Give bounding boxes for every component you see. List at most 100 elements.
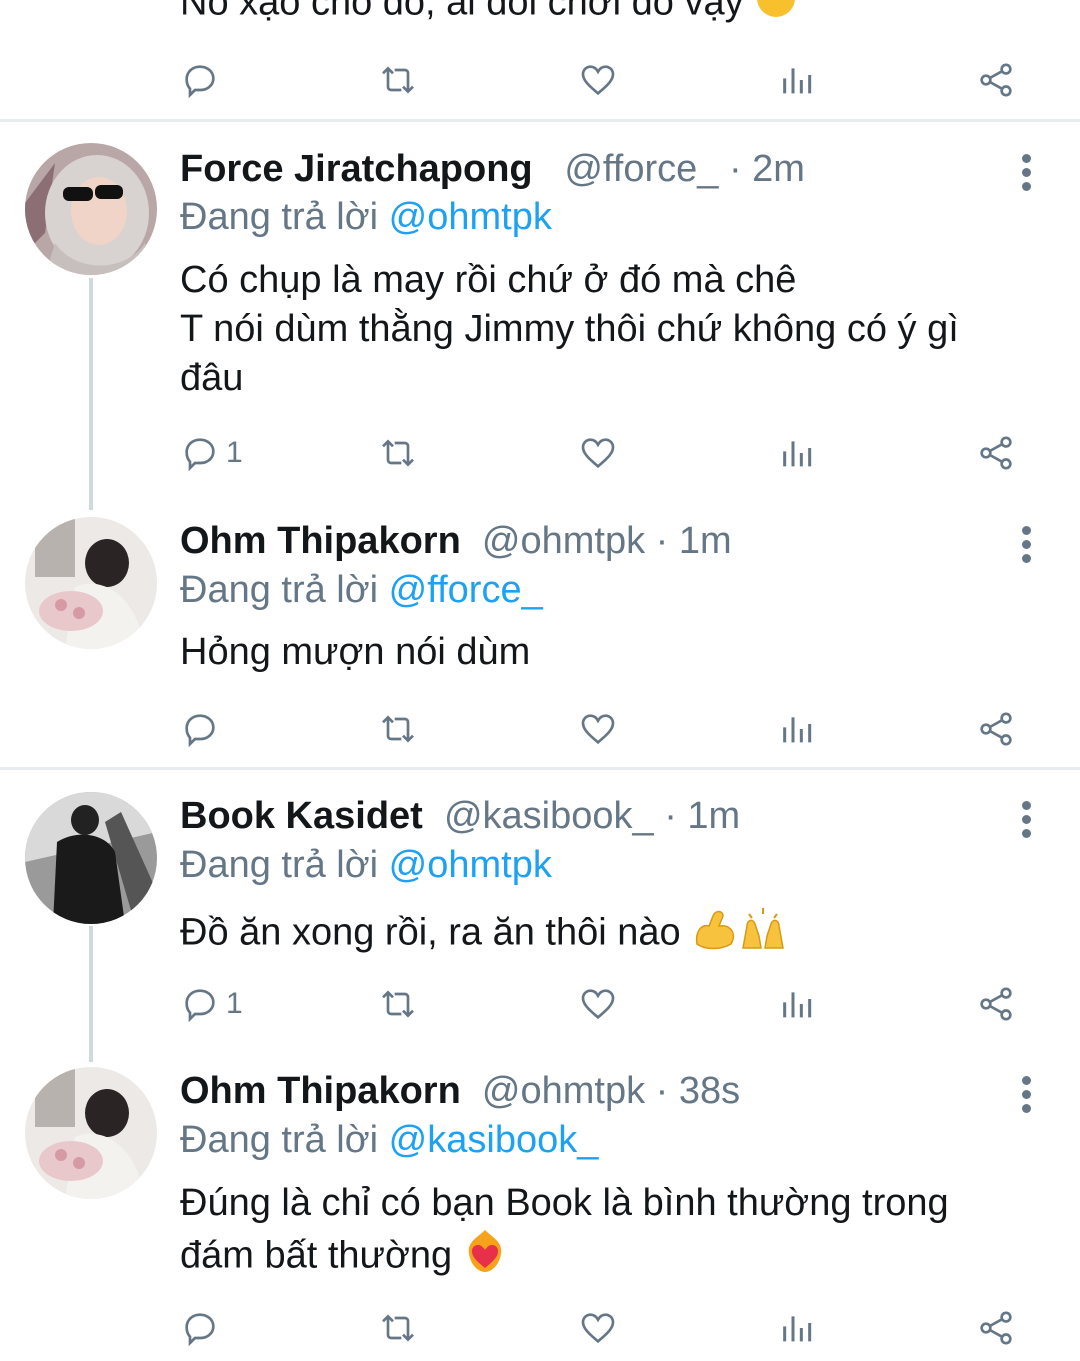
user-handle[interactable]: @ohmtpk [482,520,645,562]
reply-count: 1 [226,987,243,1020]
retweet-icon [382,439,414,467]
timestamp[interactable]: 2m [752,148,805,190]
tweet-text: Đồ ăn xong rồi, ra ăn thôi nào [180,904,1040,965]
share-button[interactable] [976,55,1016,105]
share-icon [980,436,1012,470]
replying-to: Đang trả lời @ohmtpk [180,196,552,238]
display-name[interactable]: Ohm Thipakorn [180,520,461,562]
analytics-icon [783,992,812,1018]
tweet-actions [0,1303,1080,1353]
tweet-header: Ohm Thipakorn @ohmtpk · 1m [180,520,732,562]
replying-to: Đang trả lời @fforce_ [180,569,543,611]
tweet-text: Đúng là chỉ có bạn Book là bình thường t… [180,1179,1040,1287]
like-button[interactable] [578,704,618,754]
user-handle[interactable]: @kasibook_ [444,795,654,837]
user-handle[interactable]: @ohmtpk [482,1070,645,1112]
analytics-button[interactable] [778,55,818,105]
reply-icon [185,65,215,99]
retweet-button[interactable] [378,428,418,478]
reply-button[interactable]: 1 [180,979,243,1029]
tweet-header: Ohm Thipakorn @ohmtpk · 38s [180,1070,741,1112]
reply-icon [185,714,215,748]
like-icon [581,438,615,469]
tweet-header: Force Jiratchapong @fforce_ · 2m [180,148,805,190]
retweet-button[interactable] [378,704,418,754]
avatar[interactable] [25,1067,157,1199]
like-button[interactable] [578,1303,618,1353]
retweet-icon [382,715,414,743]
analytics-icon [783,717,812,743]
like-button[interactable] [578,979,618,1029]
tweet-actions-partial [0,55,1080,105]
mention-link[interactable]: @fforce_ [389,569,543,611]
like-icon [581,65,615,96]
retweet-button[interactable] [378,1303,418,1353]
reply-icon [185,1313,215,1347]
mention-link[interactable]: @ohmtpk [389,196,552,238]
tweet-actions: 1 [0,428,1080,478]
analytics-button[interactable] [778,428,818,478]
divider [0,119,1080,122]
reply-button[interactable] [180,704,220,754]
analytics-icon [783,441,812,467]
retweet-icon [382,1314,414,1342]
reply-icon [185,438,215,472]
share-button[interactable] [976,428,1016,478]
mention-link[interactable]: @ohmtpk [389,844,552,886]
more-options-icon[interactable] [1018,801,1034,843]
avatar[interactable] [25,517,157,649]
smiling-face-with-hearts-emoji [754,0,798,33]
reply-button[interactable] [180,1303,220,1353]
timestamp[interactable]: 38s [679,1070,740,1112]
like-icon [581,714,615,745]
share-button[interactable] [976,704,1016,754]
analytics-icon [783,1316,812,1342]
like-icon [581,989,615,1020]
timestamp[interactable]: 1m [687,795,740,837]
display-name[interactable]: Force Jiratchapong [180,148,533,190]
tweet-text-partial: Nó xạo chó đó, ai đòi chơi dỗ vậy [180,0,1040,33]
share-icon [980,63,1012,97]
share-icon [980,1311,1012,1345]
avatar[interactable] [25,143,157,275]
raising-hands-emoji [739,904,787,965]
user-handle[interactable]: @fforce_ [564,148,718,190]
divider [0,767,1080,770]
display-name[interactable]: Ohm Thipakorn [180,1070,461,1112]
retweet-button[interactable] [378,979,418,1029]
reply-button[interactable] [180,55,220,105]
avatar[interactable] [25,792,157,924]
tweet-actions: 1 [0,979,1080,1029]
reply-button[interactable]: 1 [180,428,243,478]
display-name[interactable]: Book Kasidet [180,795,423,837]
heart-on-fire-emoji [463,1228,507,1287]
replying-to: Đang trả lời @ohmtpk [180,844,552,886]
reply-icon [185,989,215,1023]
replying-to: Đang trả lời @kasibook_ [180,1119,599,1161]
like-icon [581,1313,615,1344]
like-button[interactable] [578,428,618,478]
analytics-button[interactable] [778,704,818,754]
analytics-icon [783,68,812,94]
more-options-icon[interactable] [1018,1076,1034,1118]
more-options-icon[interactable] [1018,154,1034,196]
share-button[interactable] [976,1303,1016,1353]
timestamp[interactable]: 1m [679,520,732,562]
more-options-icon[interactable] [1018,526,1034,568]
reply-count: 1 [226,436,243,469]
mention-link[interactable]: @kasibook_ [389,1119,599,1161]
analytics-button[interactable] [778,979,818,1029]
tweet-actions [0,704,1080,754]
retweet-icon [382,66,414,94]
share-button[interactable] [976,979,1016,1029]
analytics-button[interactable] [778,1303,818,1353]
flexed-biceps-emoji [691,904,739,965]
tweet-text: Có chụp là may rồi chứ ở đó mà chê T nói… [180,259,959,399]
tweet-text: Hỏng mượn nói dùm [180,631,531,673]
share-icon [980,712,1012,746]
like-button[interactable] [578,55,618,105]
share-icon [980,987,1012,1021]
tweet-header: Book Kasidet @kasibook_ · 1m [180,795,741,837]
retweet-button[interactable] [378,55,418,105]
retweet-icon [382,990,414,1018]
